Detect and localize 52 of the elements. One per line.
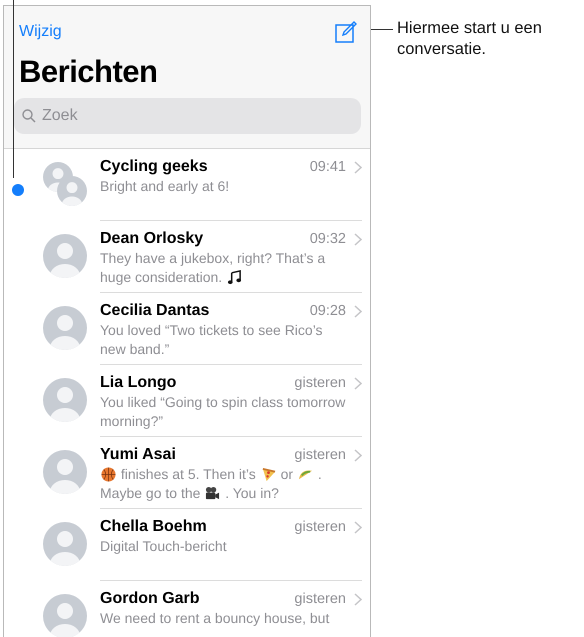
message-preview: They have a jukebox, right? That’s a huge consideration. [100,249,326,287]
conversation-row[interactable]: Lia Longo gisteren You liked “Going to spin class tomorrow morning?” [4,365,370,437]
avatar-icon [43,450,87,494]
message-time: gisteren [294,375,346,391]
chevron-icon [354,376,362,390]
edit-button[interactable]: Wijzig [19,23,62,41]
conversation-row[interactable]: Yumi Asai gisteren finishes at 5. Then it’s or . Maybe go to the . You in? [4,437,370,509]
music-notes-icon [227,270,242,285]
leader-line [371,29,393,30]
contact-name: Gordon Garb [100,590,201,608]
message-time: gisteren [294,447,346,463]
chevron-icon [354,232,362,246]
movie-camera-icon [205,486,220,501]
pizza-slice-icon [260,467,276,482]
message-preview: Bright and early at 6! [100,177,230,196]
compose-icon[interactable] [335,21,357,43]
conversation-row[interactable]: Chella Boehm gisteren Digital Touch-bericht [4,509,370,581]
avatar-icon [43,522,87,566]
message-preview: You loved “Two tickets to see Rico’s new band.” [100,321,324,359]
message-preview: You liked “Going to spin class tomorrow morning?” [100,393,346,431]
message-time: gisteren [294,519,346,535]
contact-name: Chella Boehm [100,518,208,536]
chevron-icon [354,520,362,534]
avatar-icon [57,176,87,206]
contact-name: Lia Longo [100,374,178,392]
search-field[interactable]: Zoek [14,98,361,134]
conversation-row[interactable]: Dean Orlosky 09:32 They have a jukebox, right? That’s a huge consideration. [4,221,370,293]
conversation-row[interactable]: Cycling geeks 09:41 Bright and early at 6! [4,149,370,221]
avatar-icon [43,234,87,278]
message-preview: Digital Touch-bericht [100,537,228,556]
message-time: 09:28 [310,303,346,319]
conversation-row[interactable]: Gordon Garb gisteren We need to rent a bouncy house, but [4,581,370,637]
page-title: Berichten [19,54,158,90]
message-preview: finishes at 5. Then it’s or . Maybe go to the . You in? [100,465,323,503]
contact-name: Dean Orlosky [100,230,204,248]
chevron-icon [354,448,362,462]
message-preview: We need to rent a bouncy house, but [100,609,330,628]
message-time: gisteren [294,591,346,607]
contact-name: Cecilia Dantas [100,302,210,320]
search-icon [22,109,36,123]
message-time: 09:41 [310,159,346,175]
contact-name: Yumi Asai [100,446,177,464]
chevron-icon [354,160,362,174]
avatar-icon [43,378,87,422]
basketball-icon [101,467,116,482]
chevron-icon [354,304,362,318]
chevron-icon [354,592,362,606]
contact-name: Cycling geeks [100,158,209,176]
avatar-icon [43,306,87,350]
message-time: 09:32 [310,231,346,247]
conversation-row[interactable]: Cecilia Dantas 09:28 You loved “Two tickets to see Rico’s new band.” [4,293,370,365]
callout-text: Hiermee start u een conversatie. [397,18,543,60]
